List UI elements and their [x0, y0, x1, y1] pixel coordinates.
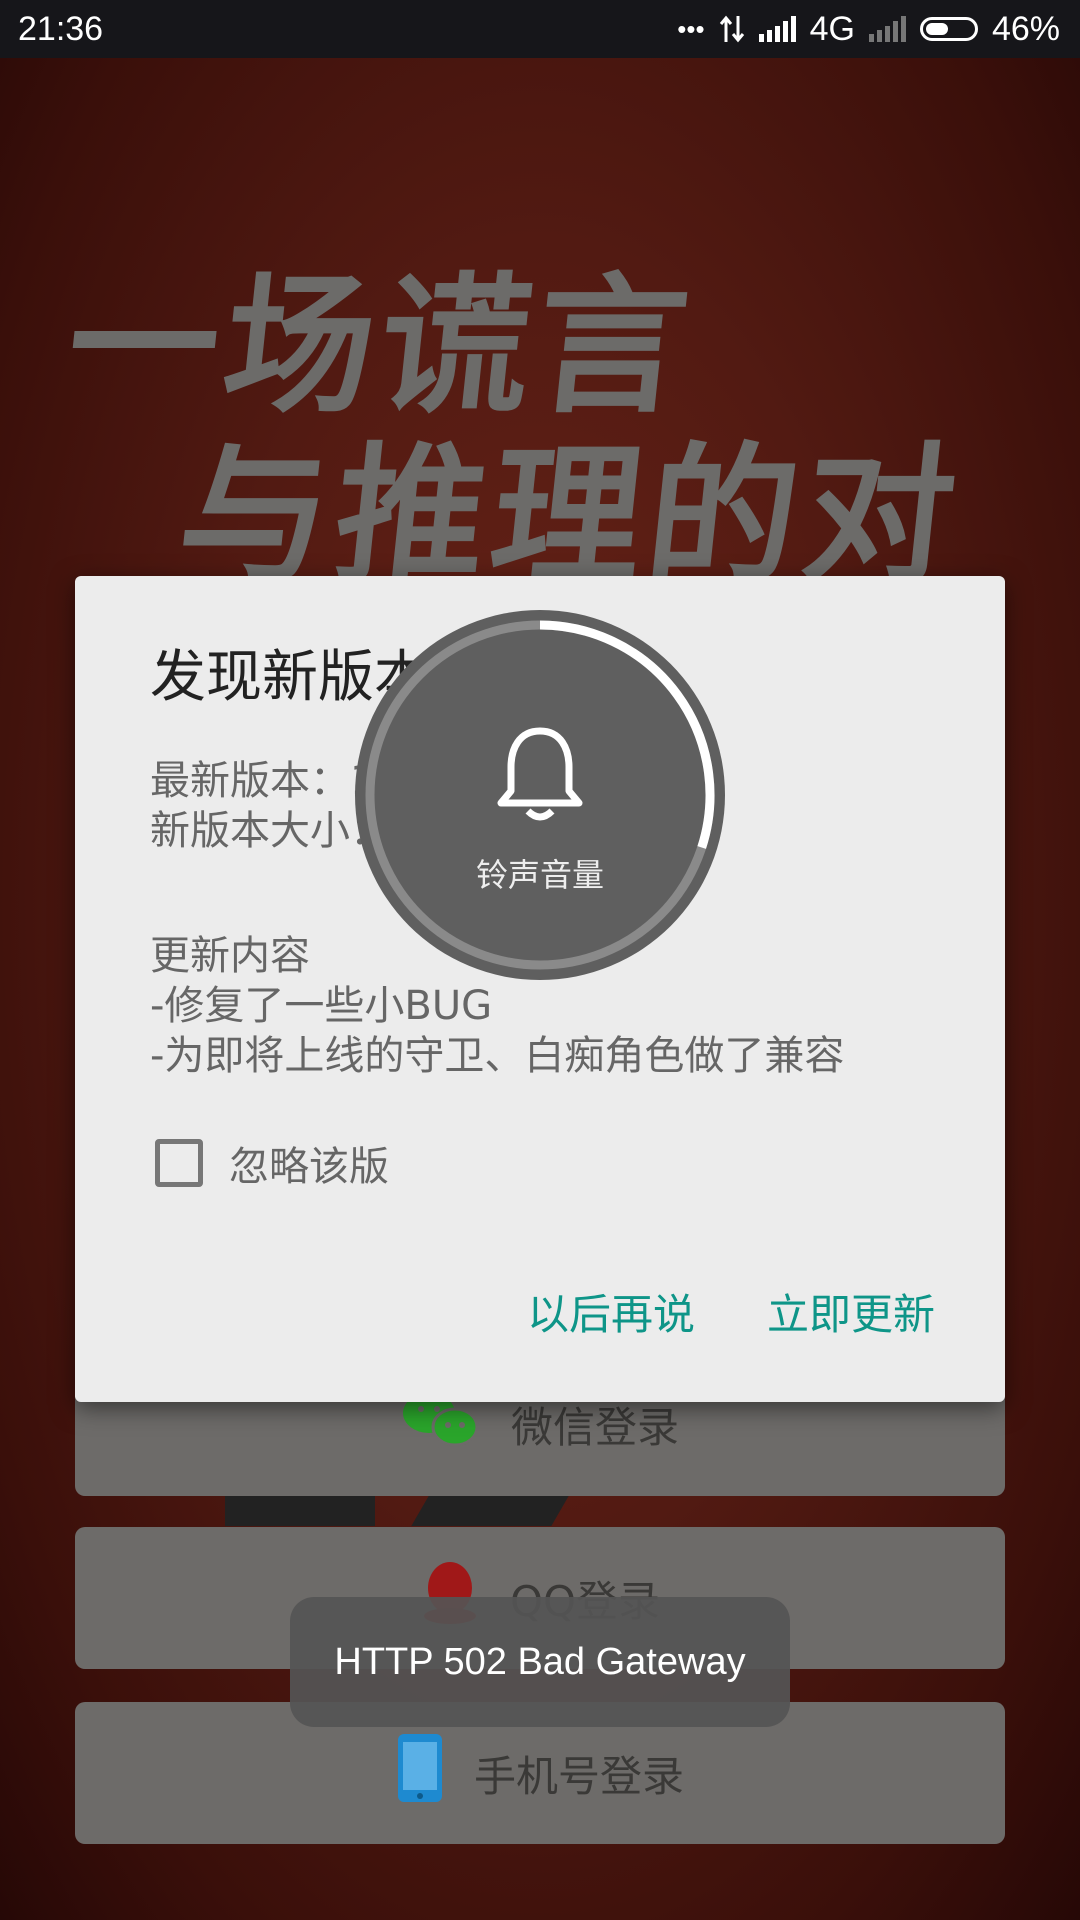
- battery-percent: 46%: [991, 9, 1060, 48]
- decor-bar: [225, 1496, 375, 1526]
- update-content-item: -修复了一些小BUG: [150, 983, 493, 1029]
- battery-icon: [919, 17, 978, 41]
- volume-label: 铃声音量: [475, 856, 604, 894]
- status-bar: 21:36 ••• 4G 46%: [0, 0, 1080, 58]
- phone-icon: [396, 1732, 444, 1814]
- phone-login-label: 手机号登录: [473, 1751, 684, 1801]
- update-content-item: -为即将上线的守卫、白痴角色做了兼容: [150, 1033, 845, 1079]
- ignore-version-checkbox[interactable]: [155, 1139, 203, 1187]
- update-now-button[interactable]: 立即更新: [767, 1281, 935, 1342]
- later-button[interactable]: 以后再说: [527, 1281, 695, 1342]
- ignore-version-row[interactable]: 忽略该版: [155, 1134, 389, 1192]
- error-toast: HTTP 502 Bad Gateway: [290, 1597, 790, 1727]
- decor-bar: [411, 1496, 569, 1526]
- network-type: 4G: [809, 9, 855, 48]
- volume-indicator: 铃声音量: [355, 610, 725, 980]
- wechat-login-label: 微信登录: [510, 1402, 679, 1452]
- signal-icon: [758, 16, 796, 42]
- update-content-heading: 更新内容: [150, 933, 310, 979]
- ignore-version-label: 忽略该版: [229, 1144, 389, 1190]
- more-dots-icon: •••: [677, 13, 705, 44]
- data-transfer-icon: [719, 14, 745, 44]
- status-time: 21:36: [18, 9, 104, 48]
- signal-secondary-icon: [868, 16, 906, 42]
